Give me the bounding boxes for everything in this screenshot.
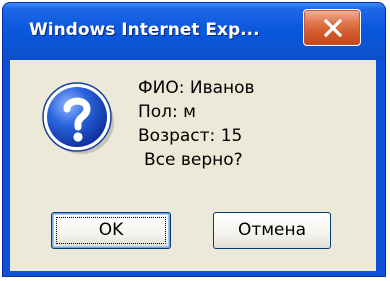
message-line-name: ФИО: Иванов [138, 78, 255, 98]
message-line-age: Возраст: 15 [138, 126, 243, 146]
close-icon [323, 19, 343, 37]
dialog-window: Windows Internet Exp... ФИО: Иванов Пол:… [2, 2, 386, 277]
close-button[interactable] [303, 9, 361, 46]
window-title: Windows Internet Exp... [29, 20, 260, 40]
cancel-button-label: Отмена [237, 220, 307, 240]
focus-rectangle [56, 217, 166, 244]
message-line-question: Все верно? [144, 150, 243, 170]
message-line-gender: Пол: м [138, 102, 197, 122]
question-icon [42, 82, 114, 154]
ok-button[interactable]: OK [51, 212, 171, 249]
title-bar[interactable]: Windows Internet Exp... [3, 3, 385, 60]
cancel-button[interactable]: Отмена [213, 212, 331, 249]
message-text: ФИО: Иванов Пол: м Возраст: 15 Все верно… [138, 76, 255, 172]
dialog-body: ФИО: Иванов Пол: м Возраст: 15 Все верно… [10, 60, 376, 271]
